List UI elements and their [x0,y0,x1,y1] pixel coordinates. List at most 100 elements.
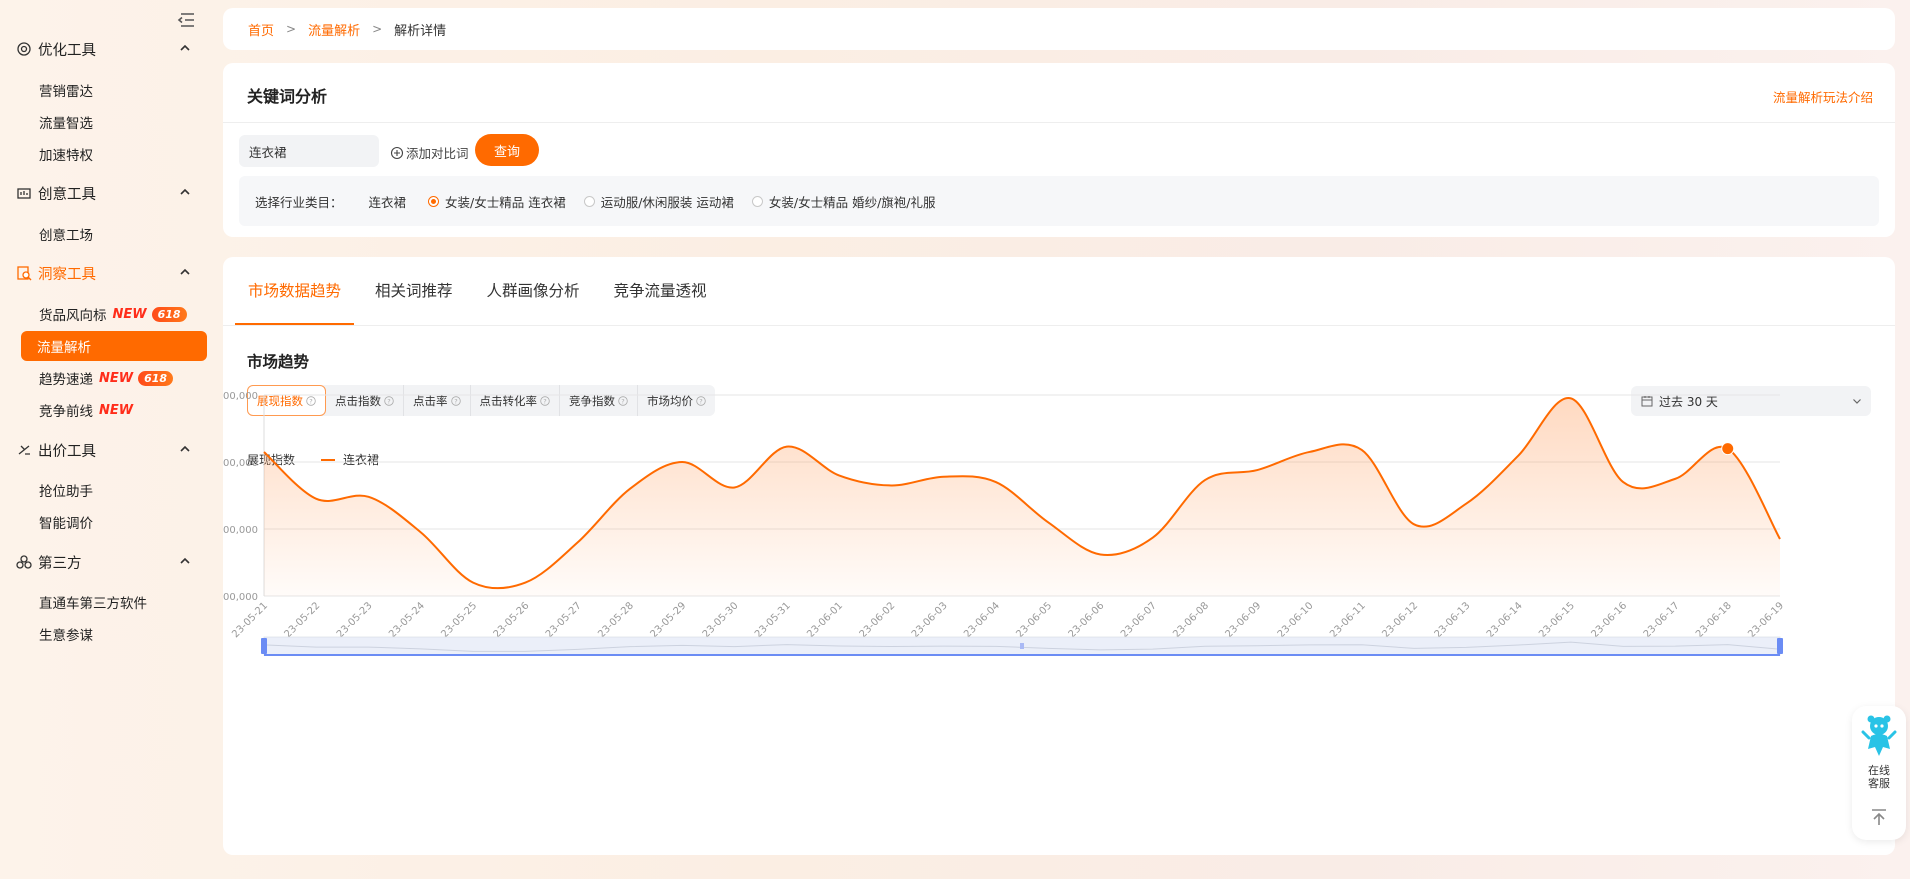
service-label[interactable]: 在线 客服 [1852,764,1906,790]
highlighted-data-point[interactable] [1721,442,1735,456]
data-point[interactable] [940,473,948,481]
x-tick-label: 23-05-30 [701,600,741,640]
sidebar-item-label: 生意参谋 [39,628,93,644]
breadcrumb-current: 解析详情 [394,23,447,39]
service-mascot-icon[interactable] [1861,714,1897,760]
data-point[interactable] [521,579,529,587]
industry-radio-sport-skirt[interactable]: 运动服/休闲服装 运动裙 [583,192,734,211]
back-to-top-icon[interactable] [1866,804,1892,830]
sidebar-group-label: 第三方 [38,555,82,572]
zoom-handle-right[interactable] [1777,638,1783,654]
data-point[interactable] [992,478,1000,486]
data-point[interactable] [678,458,686,466]
data-point[interactable] [887,481,895,489]
data-point[interactable] [835,471,843,479]
data-point[interactable] [1096,550,1104,558]
sidebar-group-creative[interactable]: 创意工具 [16,181,202,205]
radio-label: 女装/女士精品 婚纱/旗袍/礼服 [768,194,936,210]
sidebar-item-trend-express[interactable]: 趋势速递 NEW 618 [21,363,207,393]
sidebar: 优化工具 营销雷达 流量智选 加速特权 创意工具 创意工场 洞察工具 货品风向标… [0,0,215,879]
sidebar-group-optimize[interactable]: 优化工具 [16,37,202,61]
breadcrumb-parent-link[interactable]: 流量解析 [308,20,360,39]
zoom-move-handle[interactable] [1020,643,1024,649]
industry-radio-dress[interactable]: 女装/女士精品 连衣裙 [428,192,566,211]
x-tick-label: 23-06-07 [1119,600,1159,640]
data-point[interactable] [417,528,425,536]
data-point[interactable] [365,493,373,501]
data-point[interactable] [1253,466,1261,474]
industry-radio-wedding[interactable]: 女装/女士精品 婚纱/旗袍/礼服 [751,192,936,211]
data-point[interactable] [1462,500,1470,508]
sidebar-item-label: 直通车第三方软件 [39,596,147,612]
sidebar-item-product-vane[interactable]: 货品风向标 NEW 618 [21,299,207,329]
data-point[interactable] [1619,478,1627,486]
sidebar-item-third-party-software[interactable]: 直通车第三方软件 [21,587,207,617]
sidebar-item-marketing-radar[interactable]: 营销雷达 [21,75,207,105]
x-tick-label: 23-06-18 [1694,600,1734,640]
radio-dot [751,195,763,207]
data-point[interactable] [1410,520,1418,528]
new-tag: NEW [99,370,134,386]
promo-618-badge: 618 [138,370,174,386]
sidebar-item-label: 流量智选 [39,116,93,132]
chevron-right-icon: > [286,22,297,36]
breadcrumb-home-link[interactable]: 首页 [248,20,274,39]
data-point[interactable] [469,579,477,587]
add-compare-button[interactable]: 添加对比词 [390,143,469,162]
data-point[interactable] [730,483,738,491]
x-tick-label: 23-05-26 [492,600,532,640]
data-point[interactable] [1515,451,1523,459]
radio-label: 运动服/休闲服装 运动裙 [600,194,734,210]
radio-label: 女装/女士精品 连衣裙 [445,194,566,210]
new-tag: NEW [99,402,134,418]
x-tick-label: 23-05-27 [544,600,584,640]
third-party-icon [16,554,32,570]
radio-dot [428,195,440,207]
data-point[interactable] [1567,394,1575,402]
creative-icon [16,185,32,201]
breadcrumb: 首页 > 流量解析 > 解析详情 [223,8,1895,50]
sidebar-item-competition-front[interactable]: 竞争前线 NEW [21,395,207,425]
data-point[interactable] [1776,535,1784,543]
data-point[interactable] [1671,475,1679,483]
data-point[interactable] [1201,476,1209,484]
sidebar-group-insight[interactable]: 洞察工具 [16,261,202,285]
data-point[interactable] [574,538,582,546]
sidebar-group-third-party[interactable]: 第三方 [16,550,202,574]
x-tick-label: 23-06-04 [962,600,1002,640]
data-point[interactable] [1358,446,1366,454]
data-point[interactable] [626,485,634,493]
sidebar-item-position-assistant[interactable]: 抢位助手 [21,475,207,505]
data-point[interactable] [260,448,268,456]
sidebar-item-smart-bid[interactable]: 智能调价 [21,507,207,537]
sidebar-group-label: 创意工具 [38,186,96,203]
sidebar-item-traffic-select[interactable]: 流量智选 [21,107,207,137]
add-compare-label: 添加对比词 [406,146,469,161]
help-link[interactable]: 流量解析玩法介绍 [1773,87,1873,106]
data-point[interactable] [783,443,791,451]
x-tick-label: 23-06-09 [1223,600,1263,640]
keyword-input[interactable] [239,135,379,167]
bid-icon [16,442,32,458]
insight-icon [16,265,32,281]
trend-chart[interactable]: 5,000,000 6,000,000 7,000,000 8,000,000 23-… [223,257,1895,855]
industry-selector: 选择行业类目： 连衣裙 女装/女士精品 连衣裙 运动服/休闲服装 运动裙 女装/… [239,176,1879,226]
query-button[interactable]: 查询 [475,134,539,166]
sidebar-group-bidding[interactable]: 出价工具 [16,438,202,462]
x-tick-label: 23-06-12 [1380,600,1420,640]
data-point[interactable] [1149,534,1157,542]
sidebar-item-label: 创意工场 [39,228,93,244]
y-tick-label: 8,000,000 [223,391,258,402]
x-tick-label: 23-06-16 [1589,600,1629,640]
sidebar-item-creative-factory[interactable]: 创意工场 [21,219,207,249]
data-point[interactable] [312,495,320,503]
x-tick-label: 23-05-28 [596,600,636,640]
sidebar-item-speed-privilege[interactable]: 加速特权 [21,139,207,169]
collapse-sidebar-icon[interactable] [176,11,196,29]
data-point[interactable] [1306,448,1314,456]
x-tick-label: 23-06-08 [1171,600,1211,640]
zoom-handle-left[interactable] [261,638,267,654]
data-point[interactable] [1044,518,1052,526]
sidebar-item-business-advisor[interactable]: 生意参谋 [21,619,207,649]
sidebar-item-traffic-analysis[interactable]: 流量解析 [21,331,207,361]
